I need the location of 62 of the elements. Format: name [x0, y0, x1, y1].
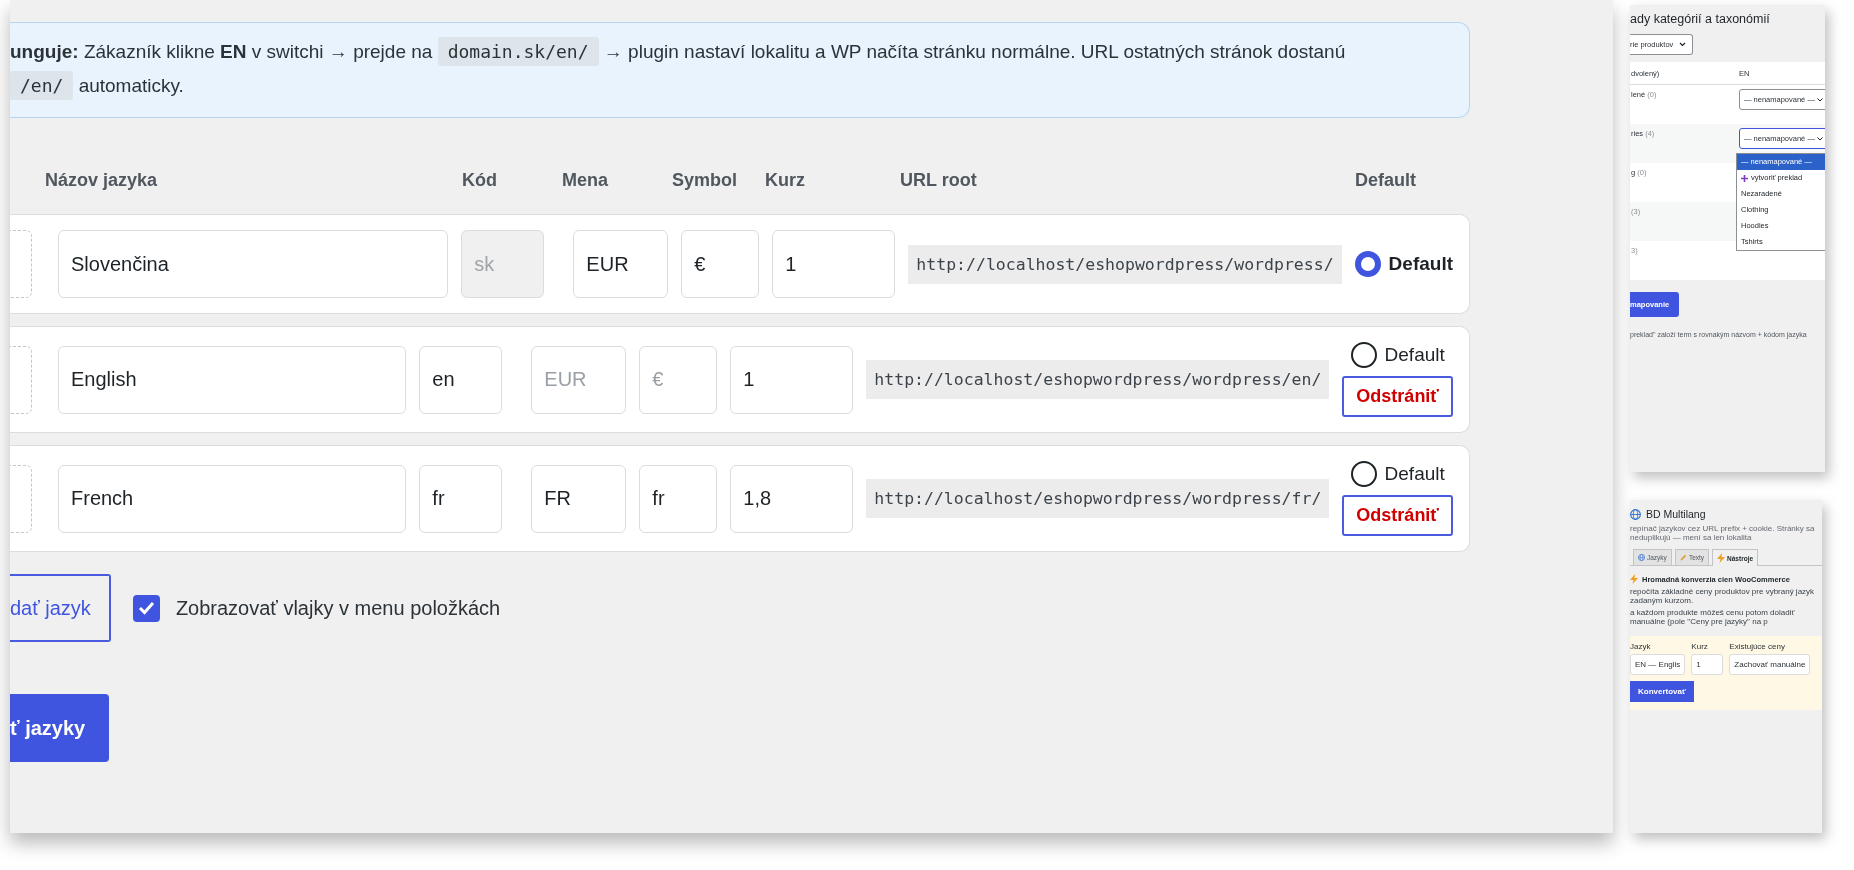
prices-select[interactable]: Zachovať manuálne	[1729, 654, 1811, 675]
input-field[interactable]: 1	[730, 345, 854, 414]
default-radio[interactable]: Default	[1350, 342, 1445, 368]
radio-button[interactable]	[1350, 342, 1377, 368]
flag-placeholder	[10, 230, 32, 298]
plugin-title: BD Multilang	[1646, 508, 1706, 520]
input-field[interactable]: 1,8	[730, 464, 854, 533]
plugin-description: repínač jazykov cez URL prefix + cookie. Stránky sa neduplikujú — mení sa len lokalita	[1630, 524, 1816, 542]
panel-title: ady kategórií a taxonómií	[1630, 12, 1771, 26]
url-text: http://localhost/eshopwordpress/wordpress/	[908, 244, 1342, 284]
radio-button[interactable]	[1354, 251, 1381, 277]
column-header-text: Mena	[562, 169, 608, 190]
add-language-button[interactable]: dať jazyk	[10, 574, 111, 642]
remove-button[interactable]: Odstrániť	[1342, 495, 1453, 536]
flag-placeholder	[10, 464, 32, 533]
input-field[interactable]: FR	[531, 464, 627, 533]
description-text: a každom produkte môžeš cenu potom doladiť manuálne (pole "Ceny pre jazyky" na p	[1630, 608, 1796, 626]
empty-input-field[interactable]: €	[639, 345, 718, 414]
lightning-icon	[1630, 574, 1638, 584]
field-label: Jazyk	[1630, 642, 1652, 651]
info-text: unguje: Zákazník klikne EN v switchi → prejde na domain.sk/en/ → plugin nastaví lokalitu a WP načíta stránku normálne. URL ostatných stránok dostanú /en/ automaticky.	[10, 35, 1389, 103]
input-field[interactable]: en	[419, 345, 503, 414]
empty-input-field[interactable]: EUR	[531, 345, 627, 414]
globe-icon	[1630, 508, 1641, 520]
column-header-text: Názov jazyka	[45, 169, 158, 190]
radio-button[interactable]	[1350, 461, 1377, 487]
chevron-icon	[1817, 137, 1823, 141]
column-header-text: Kód	[462, 169, 497, 190]
checkbox-label: Zobrazovať vlajky v menu položkách	[175, 596, 501, 620]
url-text: http://localhost/eshopwordpress/wordpress/en/	[866, 360, 1330, 399]
remove-button[interactable]: Odstrániť	[1342, 376, 1453, 417]
plus-icon	[1741, 174, 1748, 182]
input-field[interactable]: €	[681, 230, 760, 298]
input-field[interactable]: English	[58, 345, 407, 414]
input-field[interactable]: 1	[772, 230, 896, 298]
column-header-text: Symbol	[672, 169, 737, 190]
language-select[interactable]: EN — Englis	[1630, 654, 1686, 675]
column-header-text: Default	[1355, 169, 1416, 190]
field-label: Existujúce ceny	[1729, 642, 1786, 651]
column-header-text: URL root	[900, 169, 977, 190]
checkmark-icon	[137, 601, 155, 615]
input-field[interactable]: fr	[419, 464, 503, 533]
save-button[interactable]: ť jazyky	[10, 694, 110, 762]
lightning-icon	[1717, 553, 1726, 563]
pencil-icon	[1679, 554, 1687, 561]
default-radio[interactable]: Default	[1354, 251, 1453, 277]
default-radio[interactable]: Default	[1350, 461, 1445, 487]
field-label: Kurz	[1691, 642, 1709, 651]
input-field[interactable]: fr	[639, 464, 718, 533]
description-text: repočíta základné ceny produktov pre vybraný jazyk zadaným kurzom.	[1630, 587, 1816, 605]
checkbox[interactable]	[132, 594, 160, 622]
input-field[interactable]: Slovenčina	[58, 230, 449, 298]
input-field[interactable]: EUR	[573, 230, 669, 298]
convert-button[interactable]: Konvertovať	[1630, 681, 1694, 702]
column-header-text: Kurz	[765, 169, 805, 190]
chevron-icon	[1817, 98, 1823, 102]
globe-icon	[1638, 554, 1645, 561]
url-text: http://localhost/eshopwordpress/wordpress/fr/	[866, 479, 1330, 518]
input-field[interactable]: French	[58, 464, 407, 533]
rate-input[interactable]: 1	[1691, 654, 1724, 675]
chevron-icon	[1679, 42, 1687, 47]
flag-placeholder	[10, 345, 32, 414]
